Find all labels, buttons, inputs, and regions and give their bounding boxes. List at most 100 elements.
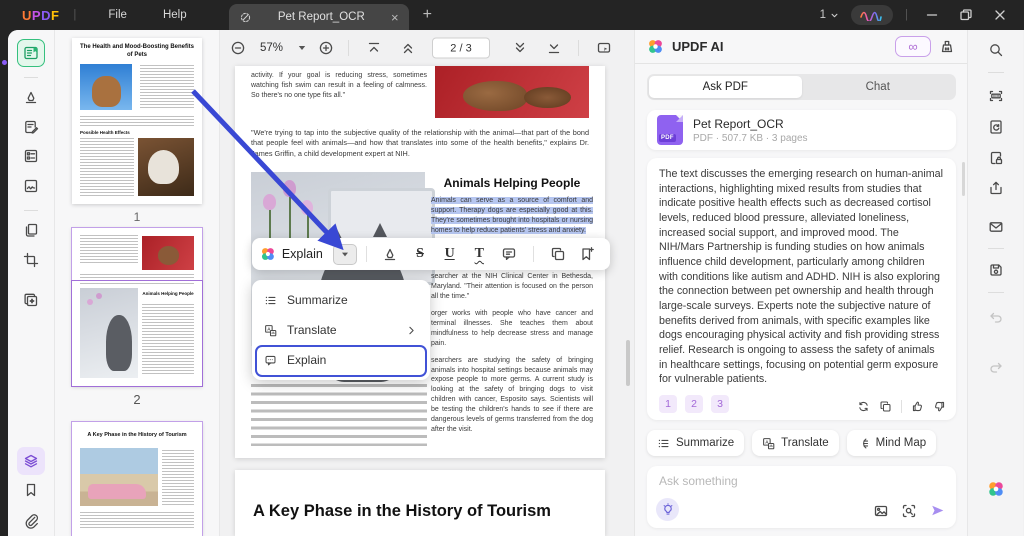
save-button[interactable]: [988, 262, 1004, 278]
ai-response-text: The text discusses the emerging research…: [659, 167, 944, 387]
menu-item-explain[interactable]: Explain: [252, 345, 430, 375]
previous-page-button[interactable]: [400, 40, 416, 56]
mindmap-suggestion-button[interactable]: Mind Map: [847, 430, 937, 456]
page-thumbnail-2[interactable]: Animals Helping People: [72, 228, 202, 386]
send-icon[interactable]: [929, 502, 946, 519]
thumbs-up-icon[interactable]: [911, 400, 924, 413]
ai-assistant-button[interactable]: [851, 5, 893, 25]
pdf-page-3[interactable]: A Key Phase in the History of Tourism: [235, 470, 605, 536]
explain-button[interactable]: Explain: [282, 247, 323, 261]
ai-mode-tabs: Ask PDF Chat: [647, 74, 956, 100]
layers-panel-button[interactable]: [17, 447, 45, 475]
share-button[interactable]: [988, 180, 1004, 196]
updf-ai-shortcut-button[interactable]: [987, 480, 1005, 503]
form-tool-button[interactable]: [23, 148, 39, 164]
attachments-panel-button[interactable]: [23, 513, 39, 529]
scroll-to-bottom-button[interactable]: [546, 40, 562, 56]
crop-tool-button[interactable]: [23, 252, 39, 268]
clear-chat-icon[interactable]: [939, 39, 955, 55]
page2-selected-text[interactable]: Animals can serve as a source of comfort…: [431, 196, 593, 236]
pdf-badge: PDF: [659, 134, 676, 142]
response-actions: [857, 400, 946, 413]
ai-panel-scrollbar[interactable]: [962, 162, 965, 196]
translate-suggestion-button[interactable]: A Translate: [752, 430, 839, 456]
underline-button[interactable]: U: [435, 247, 465, 261]
content-area: The Health and Mood-Boosting Benefits of…: [0, 30, 1024, 536]
email-button[interactable]: [988, 219, 1004, 235]
user-count-dropdown[interactable]: 1: [820, 9, 841, 22]
organize-pages-button[interactable]: [23, 222, 39, 238]
text-placeholder: [140, 65, 194, 110]
summarize-suggestion-button[interactable]: Summarize: [647, 430, 744, 456]
highlighter-icon: [23, 89, 39, 105]
page-number-box[interactable]: 2 / 3: [432, 38, 490, 59]
menu-file[interactable]: File: [90, 0, 145, 30]
paperclip-icon: [23, 513, 39, 529]
sign-tool-button[interactable]: [23, 178, 39, 194]
updf-logo: UPDF: [22, 8, 59, 23]
comment-tool-button[interactable]: [23, 89, 39, 105]
bookmark-add-button[interactable]: [572, 246, 602, 262]
scroll-to-top-button[interactable]: [366, 40, 382, 56]
menu-item-label: Translate: [287, 323, 337, 337]
tab-chat[interactable]: Chat: [802, 76, 955, 98]
zoom-out-button[interactable]: [230, 40, 246, 56]
suggestion-buttons: Summarize A Translate Mind Map: [647, 430, 936, 456]
updf-ai-icon: [260, 246, 276, 262]
prompt-ideas-button[interactable]: [656, 498, 679, 521]
menu-item-label: Explain: [287, 353, 326, 367]
strikethrough-button[interactable]: S: [405, 247, 435, 261]
close-button[interactable]: [988, 3, 1012, 27]
menu-item-translate[interactable]: A Translate: [252, 315, 430, 345]
viewport-indicator[interactable]: [71, 280, 203, 387]
restore-button[interactable]: [954, 3, 978, 27]
copy-icon[interactable]: [879, 400, 892, 413]
citation-3[interactable]: 3: [711, 395, 729, 413]
presentation-icon: [596, 40, 612, 56]
undo-button[interactable]: [988, 310, 1004, 326]
logo-letter: F: [51, 8, 59, 23]
search-button[interactable]: [988, 42, 1004, 58]
reader-mode-button[interactable]: [17, 39, 45, 67]
citation-1[interactable]: 1: [659, 395, 677, 413]
page2-heading: Animals Helping People: [431, 176, 593, 190]
copy-button[interactable]: [543, 246, 573, 262]
squiggly-underline-button[interactable]: T: [464, 247, 494, 261]
page-thumbnail-3[interactable]: A Key Phase in the History of Tourism: [72, 422, 202, 536]
menu-item-summarize[interactable]: Summarize: [252, 285, 430, 315]
titlebar: UPDF | File Help Pet Report_OCR × + 1 |: [0, 0, 1024, 30]
edit-pdf-button[interactable]: [23, 119, 39, 135]
ocr-button[interactable]: OCR: [988, 88, 1004, 104]
presentation-mode-button[interactable]: [596, 40, 612, 56]
image-attach-icon[interactable]: [873, 503, 889, 519]
regenerate-icon[interactable]: [857, 400, 870, 413]
ask-input[interactable]: [659, 474, 939, 488]
thumbs-down-icon[interactable]: [933, 400, 946, 413]
batch-tool-button[interactable]: [23, 292, 39, 308]
new-tab-button[interactable]: +: [423, 6, 432, 24]
viewer-scrollbar[interactable]: [626, 340, 630, 386]
divider: |: [905, 9, 908, 21]
zoom-dropdown-toggle[interactable]: [298, 46, 306, 51]
protect-pdf-button[interactable]: [988, 150, 1004, 166]
pdf-file-card[interactable]: PDF Pet Report_OCR PDF · 507.7 KB · 3 pa…: [647, 110, 956, 150]
citation-2[interactable]: 2: [685, 395, 703, 413]
highlight-button[interactable]: [376, 246, 406, 262]
divider: [533, 246, 534, 262]
minimize-button[interactable]: [920, 3, 944, 27]
redo-button[interactable]: [988, 360, 1004, 376]
ai-actions-dropdown-toggle[interactable]: [333, 244, 357, 265]
tab-close-icon[interactable]: ×: [391, 10, 399, 25]
compress-pdf-button[interactable]: [988, 119, 1004, 135]
unlimited-credits-badge[interactable]: ∞: [895, 36, 931, 57]
tab-ask-pdf[interactable]: Ask PDF: [649, 76, 802, 98]
zoom-in-button[interactable]: [318, 40, 334, 56]
bookmarks-panel-button[interactable]: [23, 482, 39, 498]
screenshot-icon[interactable]: [901, 503, 917, 519]
divider: [988, 72, 1004, 73]
menu-help[interactable]: Help: [145, 0, 205, 30]
comment-button[interactable]: [494, 246, 524, 262]
page-thumbnail-1[interactable]: The Health and Mood-Boosting Benefits of…: [72, 38, 202, 204]
next-page-button[interactable]: [512, 40, 528, 56]
document-tab[interactable]: Pet Report_OCR ×: [229, 4, 409, 30]
